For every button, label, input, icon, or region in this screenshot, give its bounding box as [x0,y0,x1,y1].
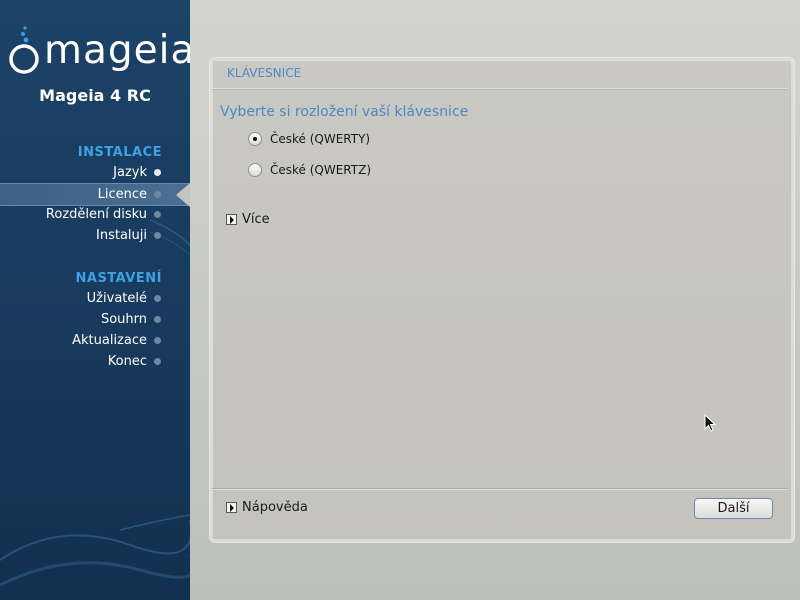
step-license: Licence [0,183,190,207]
step-pending-dot-icon [154,295,161,302]
step-updates: Aktualizace [0,330,190,351]
step-pending-dot-icon [154,316,161,323]
step-pending-dot-icon [154,358,161,365]
step-label: Rozdělení disku [45,207,147,222]
option-label[interactable]: České (QWERTY) [270,132,370,146]
option-qwertz[interactable]: České (QWERTZ) [248,160,371,180]
sidebar: mageia Mageia 4 RC INSTALACE Jazyk Licen… [0,0,190,600]
step-label: Souhrn [100,312,147,327]
step-pending-dot-icon [154,211,161,218]
step-pending-dot-icon [154,232,161,239]
step-language: Jazyk [0,162,190,183]
help-expander[interactable]: Nápověda [226,500,308,515]
option-qwerty[interactable]: České (QWERTY) [248,129,370,149]
step-label: Jazyk [113,165,147,180]
triangle-right-icon[interactable] [226,502,237,513]
product-version: Mageia 4 RC [39,86,151,105]
step-pending-dot-icon [154,191,161,198]
step-label: Instaluji [96,228,147,243]
step-label: Licence [97,187,147,202]
step-label: Konec [107,354,147,369]
step-users: Uživatelé [0,288,190,309]
bottom-divider [212,488,787,490]
more-label[interactable]: Více [242,212,270,227]
section-title-installation: INSTALACE [77,145,162,160]
step-label: Aktualizace [72,333,147,348]
section-title-configuration: NASTAVENÍ [75,271,162,286]
radio-unchecked-icon[interactable] [248,163,262,177]
step-label: Uživatelé [86,291,147,306]
radio-checked-icon[interactable] [248,132,262,146]
logo-text: mageia [44,28,190,73]
triangle-right-icon[interactable] [226,214,237,225]
step-pending-dot-icon [154,337,161,344]
mouse-pointer-icon [704,414,717,432]
title-divider [212,88,787,90]
step-installing: Instaluji [0,225,190,246]
panel-title: KLÁVESNICE [227,66,302,80]
keyboard-question: Vyberte si rozložení vaší klávesnice [220,104,469,120]
help-label[interactable]: Nápověda [242,500,308,515]
step-summary: Souhrn [0,309,190,330]
more-expander[interactable]: Více [226,212,270,227]
step-exit: Konec [0,351,190,372]
step-done-dot-icon [154,169,161,176]
option-label[interactable]: České (QWERTZ) [270,163,371,177]
step-partitioning: Rozdělení disku [0,204,190,225]
next-button[interactable]: Další [694,498,773,519]
